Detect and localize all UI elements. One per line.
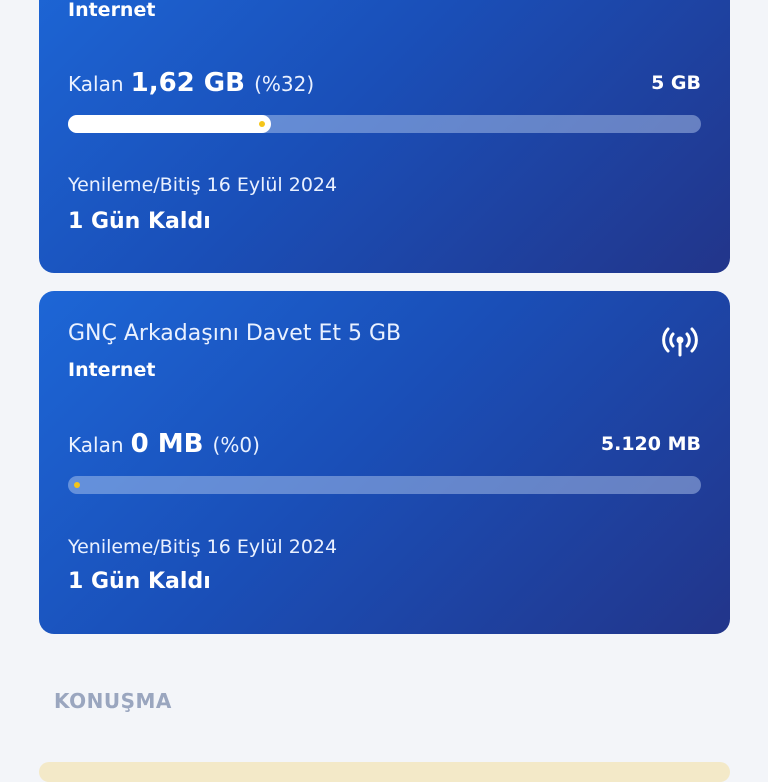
remaining-amount: 1,62 GB (130, 68, 245, 98)
remaining-label: Kalan (68, 72, 124, 96)
data-package-card[interactable]: GNÇ Arkadaşını Davet Et 5 GB Internet Ka… (39, 291, 730, 634)
data-package-card[interactable]: Internet Kalan 1,62 GB (%32) 5 GB Yenile… (39, 0, 730, 273)
remaining-percent: (%32) (254, 72, 315, 96)
days-left: 1 Gün Kaldı (68, 569, 211, 594)
next-card-edge[interactable] (39, 762, 730, 782)
remaining-text: Kalan 0 MB (%0) (68, 429, 260, 459)
renewal-date: Yenileme/Bitiş 16 Eylül 2024 (68, 536, 338, 558)
usage-progress-bar (68, 476, 701, 494)
package-type-label: Internet (68, 0, 156, 21)
section-header-talk: KONUŞMA (54, 689, 172, 713)
package-title: GNÇ Arkadaşını Davet Et 5 GB (68, 321, 402, 346)
remaining-text: Kalan 1,62 GB (%32) (68, 68, 314, 98)
antenna-icon (662, 327, 698, 357)
usage-progress-fill (68, 115, 271, 133)
remaining-label: Kalan (68, 433, 124, 457)
remaining-percent: (%0) (212, 433, 260, 457)
progress-indicator-dot (74, 482, 80, 488)
total-quota: 5.120 MB (600, 433, 701, 455)
remaining-row: Kalan 0 MB (%0) 5.120 MB (68, 419, 701, 459)
package-type-label: Internet (68, 359, 156, 381)
total-quota: 5 GB (651, 72, 701, 94)
days-left: 1 Gün Kaldı (68, 209, 211, 234)
remaining-row: Kalan 1,62 GB (%32) 5 GB (68, 58, 701, 98)
remaining-amount: 0 MB (130, 429, 204, 459)
progress-indicator-dot (258, 121, 265, 127)
renewal-date: Yenileme/Bitiş 16 Eylül 2024 (68, 174, 338, 196)
usage-progress-bar (68, 115, 701, 133)
